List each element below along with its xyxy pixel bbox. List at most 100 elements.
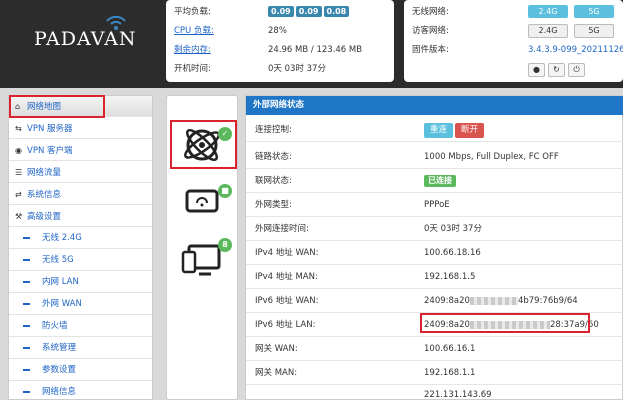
ipv6-wan-suffix: 4b79:76b9/64 — [517, 296, 578, 306]
row-label: IPv6 地址 LAN: — [255, 320, 316, 330]
sidebar-sub-label: 内网 LAN — [42, 277, 79, 287]
sidebar-sub-wifi-5g[interactable]: 无线 5G — [9, 250, 152, 271]
cpu-value: 28% — [268, 26, 287, 36]
wan-type-value: PPPoE — [424, 200, 450, 210]
sidebar-item-traffic[interactable]: ☰ 网络流量 — [9, 162, 152, 183]
dns-value: 221.131.143.69 — [424, 390, 492, 400]
user-icon[interactable]: ● — [528, 63, 545, 77]
reconnect-button[interactable]: 重连 — [424, 123, 454, 138]
row-label: 外网连接时间: — [255, 224, 309, 234]
row-label: 链路状态: — [255, 152, 292, 162]
sidebar-item-label: 高级设置 — [27, 212, 62, 222]
guest-buttons: 2.4G 5G — [528, 23, 620, 39]
memory-link[interactable]: 剩余内存: — [174, 42, 264, 58]
sidebar-item-label: 系统信息 — [27, 190, 62, 200]
dash-icon — [23, 368, 30, 371]
wan-status-panel: 外部网络状态 连接控制: 重连 断开 链路状态: 1000 Mbps, Full D… — [245, 95, 623, 400]
cpu-link[interactable]: CPU 负载: — [174, 23, 264, 39]
online-row: 联网状态: 已连接 — [246, 170, 623, 193]
dns-row: 221.131.143.69 — [246, 384, 623, 400]
load-badge-5: 0.09 — [295, 6, 322, 17]
dash-icon — [23, 258, 30, 261]
link-value: 1000 Mbps, Full Duplex, FC OFF — [424, 152, 559, 162]
connected-badge: 已连接 — [424, 175, 456, 187]
lock-icon: ■ — [218, 184, 232, 198]
wireless-panel: 无线网络: 2.4G 5G 访客网络: 2.4G 5G 固件版本: 3.4.3.9-… — [404, 0, 623, 82]
gateway-wan-value: 100.66.16.1 — [424, 344, 476, 354]
highlight-box-nav — [9, 95, 105, 118]
client-count-badge: 8 — [218, 238, 232, 252]
panel-title: 外部网络状态 — [246, 96, 623, 115]
sidebar-sub-admin[interactable]: 系统管理 — [9, 338, 152, 359]
connect-row: 连接控制: 重连 断开 — [246, 118, 623, 142]
sidebar-sub-label: 防火墙 — [42, 321, 68, 331]
sidebar-sub-firewall[interactable]: 防火墙 — [9, 316, 152, 337]
ipv6-wan-row: IPv6 地址 WAN: 2409:8a20 4b79:76b9/64 — [246, 290, 623, 313]
sidebar-item-system-info[interactable]: ⇄ 系统信息 — [9, 184, 152, 205]
link-row: 链路状态: 1000 Mbps, Full Duplex, FC OFF — [246, 146, 623, 169]
sidebar-item-advanced[interactable]: ⚒ 高级设置 — [9, 206, 152, 227]
brand-logo[interactable]: PADAVAN — [34, 28, 137, 50]
gateway-wan-row: 网关 WAN: 100.66.16.1 — [246, 338, 623, 361]
row-label: 网关 WAN: — [255, 344, 298, 354]
sidebar-sub-label: 网络信息 — [42, 387, 77, 397]
sidebar-sub-wan[interactable]: 外网 WAN — [9, 294, 152, 315]
redacted-blur — [469, 296, 518, 305]
uptime-label: 开机时间: — [174, 64, 211, 74]
load-label: 平均负载: — [174, 7, 211, 17]
dash-icon — [23, 280, 30, 283]
guest-5g-button[interactable]: 5G — [574, 24, 614, 38]
list-icon: ☰ — [15, 168, 23, 177]
sidebar-sub-lan[interactable]: 内网 LAN — [9, 272, 152, 293]
memory-value: 24.96 MB / 123.46 MB — [268, 45, 363, 55]
gateway-man-value: 192.168.1.1 — [424, 368, 476, 378]
row-label: 联网状态: — [255, 176, 292, 186]
sidebar-sub-wifi-24g[interactable]: 无线 2.4G — [9, 228, 152, 249]
dash-icon — [23, 346, 30, 349]
row-label: IPv6 地址 WAN: — [255, 296, 319, 306]
connect-buttons: 重连 断开 — [424, 118, 485, 142]
sidebar-sub-network-info[interactable]: 网络信息 — [9, 382, 152, 400]
wan-uptime-row: 外网连接时间: 0天 03时 37分 — [246, 218, 623, 241]
wifi-buttons: 2.4G 5G — [528, 4, 620, 20]
connect-label: 连接控制: — [255, 125, 292, 135]
action-icons: ● ↻ ⏻ — [528, 62, 588, 78]
dash-icon — [23, 302, 30, 305]
wifi-5g-button[interactable]: 5G — [574, 5, 614, 18]
firmware-link[interactable]: 3.4.3.9-099_20211126 — [528, 42, 623, 58]
uptime-value: 0天 03时 37分 — [268, 64, 326, 74]
firmware-label: 固件版本: — [412, 45, 449, 55]
ipv4-wan-value: 100.66.18.16 — [424, 248, 481, 258]
sidebar-sub-label: 系统管理 — [42, 343, 77, 353]
wrench-icon: ⚒ — [15, 212, 23, 221]
sidebar-item-label: VPN 服务器 — [27, 124, 73, 134]
sidebar-sub-label: 参数设置 — [42, 365, 77, 375]
dash-icon — [23, 236, 30, 239]
globe-icon: ◉ — [15, 146, 22, 155]
ipv4-wan-row: IPv4 地址 WAN: 100.66.18.16 — [246, 242, 623, 265]
power-icon[interactable]: ⏻ — [568, 63, 585, 77]
highlight-box-ipv6-lan — [420, 313, 590, 333]
ipv6-wan-value: 2409:8a20 4b79:76b9/64 — [424, 290, 578, 313]
wifi-24g-button[interactable]: 2.4G — [528, 5, 568, 18]
shuffle-icon: ⇄ — [15, 190, 22, 199]
gateway-man-row: 网关 MAN: 192.168.1.1 — [246, 362, 623, 385]
load-badge-1: 0.09 — [268, 6, 294, 17]
dash-icon — [23, 390, 30, 393]
dash-icon — [23, 324, 30, 327]
sidebar-item-label: VPN 客户端 — [27, 146, 73, 156]
system-status-panel: 平均负载: 0.09 0.09 0.08 CPU 负载: 28% 剩余内存: 24.… — [166, 0, 394, 82]
sidebar-sub-settings[interactable]: 参数设置 — [9, 360, 152, 381]
sidebar-nav: ⌂ 网络地图 ⇆ VPN 服务器 ◉ VPN 客户端 ☰ 网络流量 ⇄ 系统信息 ⚒ 高级设… — [8, 95, 153, 400]
sidebar-sub-label: 外网 WAN — [42, 299, 82, 309]
ipv4-man-row: IPv4 地址 MAN: 192.168.1.5 — [246, 266, 623, 289]
sidebar-sub-label: 无线 5G — [42, 255, 74, 265]
sidebar-item-vpn-client[interactable]: ◉ VPN 客户端 — [9, 140, 152, 161]
reboot-icon[interactable]: ↻ — [548, 63, 565, 77]
disconnect-button[interactable]: 断开 — [455, 123, 485, 138]
guest-24g-button[interactable]: 2.4G — [528, 24, 568, 38]
guest-label: 访客网络: — [412, 26, 449, 36]
row-label: IPv4 地址 WAN: — [255, 248, 319, 258]
row-label: IPv4 地址 MAN: — [255, 272, 318, 282]
sidebar-item-vpn-server[interactable]: ⇆ VPN 服务器 — [9, 118, 152, 139]
